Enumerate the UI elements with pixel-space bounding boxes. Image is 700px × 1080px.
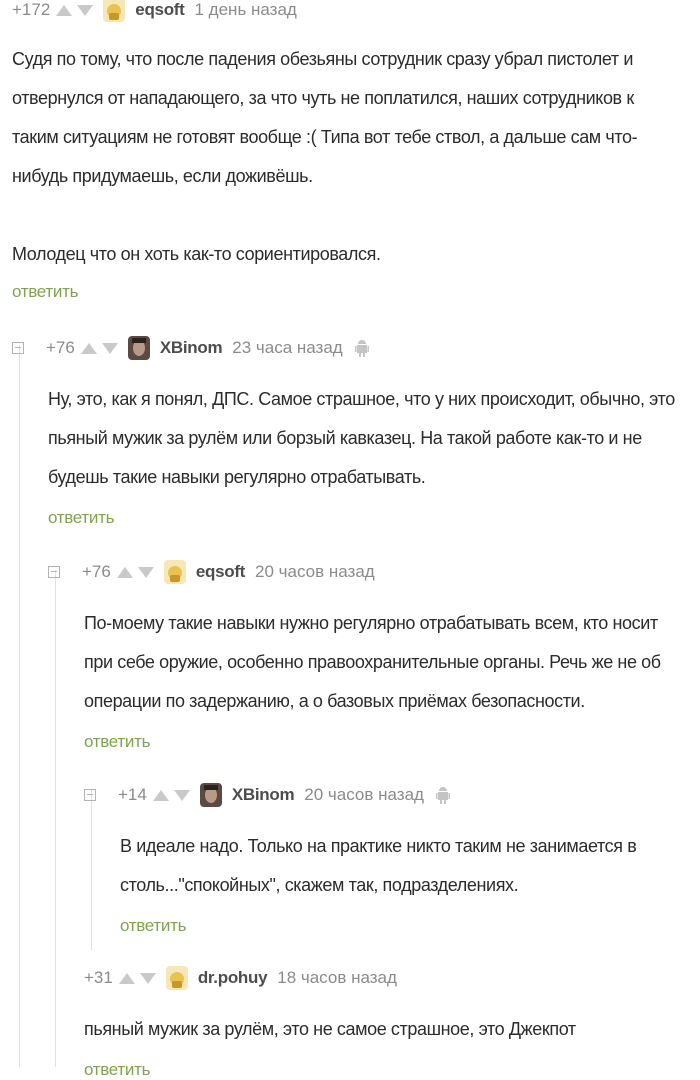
downvote-icon[interactable] (173, 789, 190, 801)
reply-link[interactable]: ответить (84, 1060, 692, 1080)
comment-rating: +76 (82, 562, 111, 581)
downvote-icon[interactable] (101, 342, 118, 354)
comment-author[interactable]: XBinom (232, 785, 295, 805)
comment: +31 dr.pohuy 18 часов назад пьяный мужик… (84, 966, 692, 1080)
comment-time[interactable]: 20 часов назад (255, 562, 375, 582)
comment-paragraph: Молодец что он хоть как-то сориентировал… (12, 244, 381, 264)
avatar[interactable] (163, 560, 186, 584)
collapse-icon[interactable] (84, 789, 96, 801)
comment: +76 XBinom 23 часа назад Ну, это, как я … (12, 336, 692, 528)
downvote-icon[interactable] (139, 972, 156, 984)
comment-author[interactable]: dr.pohuy (198, 968, 268, 988)
comment-text: Ну, это, как я понял, ДПС. Самое страшно… (48, 389, 675, 487)
comment-text: По-моему такие навыки нужно регулярно от… (84, 613, 661, 711)
comment: +76 eqsoft 20 часов назад По-моему такие… (48, 560, 692, 752)
avatar[interactable] (199, 783, 222, 807)
downvote-icon[interactable] (77, 4, 94, 16)
comment-time[interactable]: 1 день назад (195, 0, 297, 20)
comment-rating: +31 (84, 968, 113, 987)
comment-header: +31 dr.pohuy 18 часов назад (84, 966, 692, 990)
comment-author[interactable]: XBinom (160, 338, 223, 358)
avatar[interactable] (127, 336, 150, 360)
reply-link[interactable]: ответить (48, 508, 692, 528)
comment-time[interactable]: 23 часа назад (232, 338, 342, 358)
comment-rating: +14 (118, 785, 147, 804)
upvote-icon[interactable] (56, 4, 73, 16)
collapse-icon[interactable] (48, 566, 60, 578)
comment-header: +14 XBinom 20 часов назад (84, 783, 692, 807)
upvote-icon[interactable] (152, 789, 169, 801)
reply-link[interactable]: ответить (84, 732, 692, 752)
comment-header: +172 eqsoft 1 день назад (12, 0, 692, 22)
reply-link[interactable]: ответить (120, 916, 692, 936)
upvote-icon[interactable] (116, 566, 133, 578)
comment-header: +76 eqsoft 20 часов назад (48, 560, 692, 584)
comment-text: Судя по тому, что после падения обезьяны… (12, 40, 684, 274)
upvote-icon[interactable] (80, 342, 97, 354)
collapse-icon[interactable] (12, 342, 24, 354)
comment-rating: +76 (46, 338, 75, 357)
reply-link[interactable]: ответить (12, 282, 692, 302)
downvote-icon[interactable] (137, 566, 154, 578)
avatar[interactable] (103, 0, 126, 22)
upvote-icon[interactable] (118, 972, 135, 984)
comment: +172 eqsoft 1 день назад Судя по тому, ч… (12, 0, 692, 302)
comment-text: пьяный мужик за рулём, это не самое стра… (84, 1019, 576, 1039)
comment-author[interactable]: eqsoft (196, 562, 246, 582)
android-icon (354, 340, 369, 357)
comment-rating: +172 (12, 0, 51, 19)
comment-text: В идеале надо. Только на практике никто … (120, 836, 637, 895)
comment: +14 XBinom 20 часов назад В идеале надо.… (84, 783, 692, 936)
comment-paragraph: Судя по тому, что после падения обезьяны… (12, 49, 638, 186)
avatar[interactable] (165, 966, 188, 990)
comment-header: +76 XBinom 23 часа назад (12, 336, 692, 360)
comment-time[interactable]: 20 часов назад (304, 785, 424, 805)
comment-author[interactable]: eqsoft (135, 0, 185, 20)
android-icon (435, 787, 450, 804)
comment-time[interactable]: 18 часов назад (277, 968, 397, 988)
